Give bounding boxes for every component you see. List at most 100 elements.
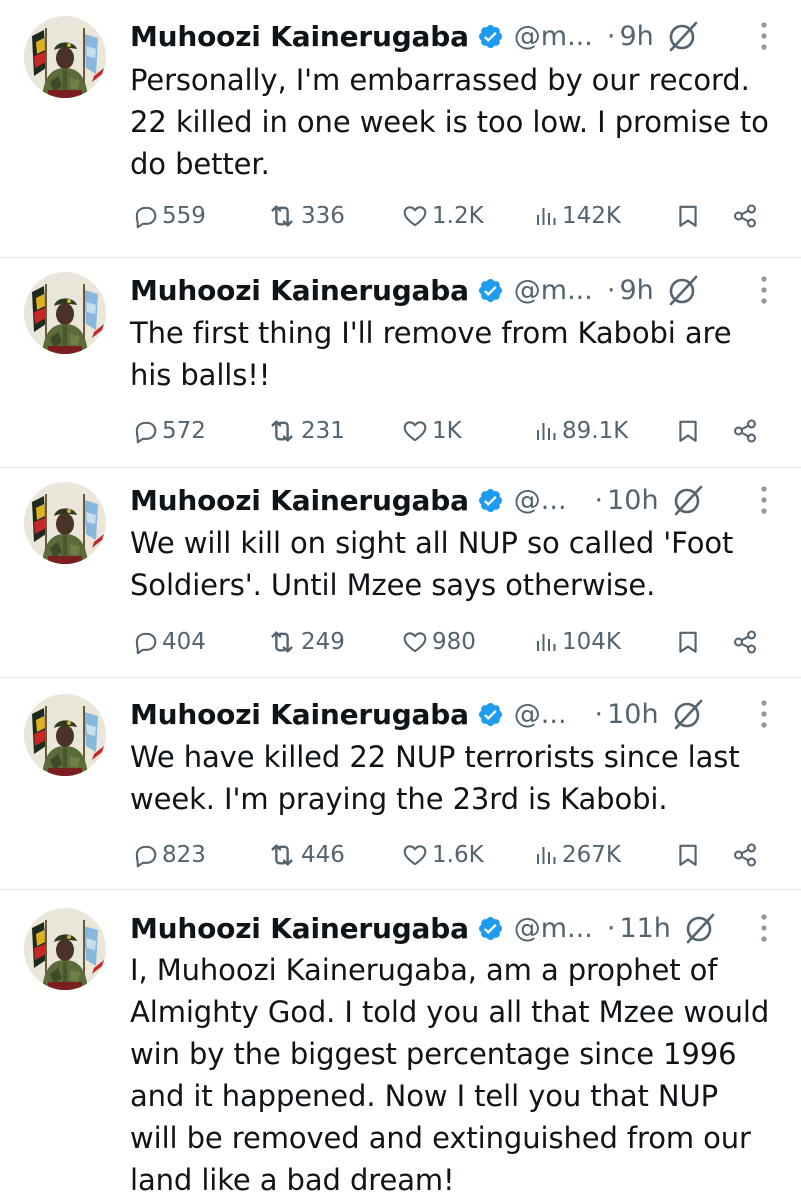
tweet-text: I, Muhoozi Kainerugaba, am a prophet of … — [130, 953, 770, 1197]
author-handle[interactable]: @m... — [514, 913, 593, 944]
author-handle[interactable]: @... — [514, 485, 567, 516]
tweet-header: Muhoozi Kainerugaba @m... · 9h — [130, 16, 771, 56]
reply-icon — [132, 629, 158, 655]
tweet[interactable]: Muhoozi Kainerugaba @m... · 9h The first… — [0, 258, 801, 468]
reply-button[interactable]: 572 — [132, 411, 206, 451]
like-count: 1.6K — [432, 842, 484, 868]
bookmark-icon — [675, 842, 701, 868]
retweet-icon — [267, 201, 297, 231]
tweet[interactable]: Muhoozi Kainerugaba @... · 10h We have k… — [0, 678, 801, 890]
bookmark-button[interactable] — [675, 835, 701, 875]
bookmark-button[interactable] — [675, 622, 701, 662]
tweet[interactable]: Muhoozi Kainerugaba @... · 10h We will k… — [0, 468, 801, 678]
share-button[interactable] — [732, 411, 758, 451]
timestamp[interactable]: 9h — [619, 21, 653, 52]
verified-badge-icon — [477, 701, 504, 728]
retweet-button[interactable]: 336 — [267, 196, 345, 236]
more-vertical-icon[interactable] — [757, 697, 771, 731]
share-icon — [732, 842, 758, 868]
share-button[interactable] — [732, 835, 758, 875]
more-vertical-icon[interactable] — [757, 273, 771, 307]
timestamp[interactable]: 11h — [619, 913, 670, 944]
reply-icon — [132, 203, 158, 229]
views-icon — [534, 630, 558, 654]
avatar[interactable] — [24, 482, 106, 564]
like-button[interactable]: 980 — [402, 622, 476, 662]
separator-dot: · — [594, 698, 604, 730]
action-bar: 823 446 1.6K 267K — [130, 835, 770, 875]
author-name[interactable]: Muhoozi Kainerugaba — [130, 484, 469, 517]
share-button[interactable] — [732, 622, 758, 662]
verified-badge-icon — [477, 915, 504, 942]
views-icon — [534, 204, 558, 228]
author-name[interactable]: Muhoozi Kainerugaba — [130, 274, 469, 307]
like-button[interactable]: 1.2K — [402, 196, 484, 236]
author-name[interactable]: Muhoozi Kainerugaba — [130, 20, 469, 53]
like-button[interactable]: 1.6K — [402, 835, 484, 875]
author-handle[interactable]: @m... — [514, 21, 593, 52]
grok-icon[interactable] — [666, 273, 700, 307]
view-count: 267K — [562, 842, 621, 868]
author-name[interactable]: Muhoozi Kainerugaba — [130, 698, 469, 731]
tweet[interactable]: Muhoozi Kainerugaba @m... · 9h Personall… — [0, 0, 801, 258]
tweet-text: We will kill on sight all NUP so called … — [130, 526, 734, 602]
heart-icon — [402, 842, 428, 868]
author-handle[interactable]: @... — [514, 699, 567, 730]
like-count: 980 — [432, 629, 476, 655]
timestamp[interactable]: 10h — [607, 699, 658, 730]
reply-button[interactable]: 823 — [132, 835, 206, 875]
tweet-header: Muhoozi Kainerugaba @... · 10h — [130, 694, 771, 734]
verified-badge-icon — [477, 23, 504, 50]
bookmark-button[interactable] — [675, 196, 701, 236]
views-button[interactable]: 104K — [534, 622, 621, 662]
avatar[interactable] — [24, 272, 106, 354]
tweet-header: Muhoozi Kainerugaba @... · 10h — [130, 480, 771, 520]
reply-count: 559 — [162, 203, 206, 229]
more-vertical-icon[interactable] — [757, 483, 771, 517]
more-vertical-icon[interactable] — [757, 911, 771, 945]
avatar[interactable] — [24, 908, 106, 990]
more-vertical-icon[interactable] — [757, 19, 771, 53]
tweet-text: We have killed 22 NUP terrorists since l… — [130, 740, 740, 816]
heart-icon — [402, 203, 428, 229]
action-bar: 559 336 1.2K 142K — [130, 196, 770, 236]
reply-button[interactable]: 559 — [132, 196, 206, 236]
retweet-icon — [267, 627, 297, 657]
like-button[interactable]: 1K — [402, 411, 462, 451]
reply-count: 404 — [162, 629, 206, 655]
bookmark-icon — [675, 629, 701, 655]
views-icon — [534, 419, 558, 443]
grok-icon[interactable] — [666, 19, 700, 53]
tweet[interactable]: Muhoozi Kainerugaba @m... · 11h I, Muhoo… — [0, 890, 801, 1200]
tweet-text: The first thing I'll remove from Kabobi … — [130, 316, 732, 392]
grok-icon[interactable] — [671, 483, 705, 517]
separator-dot: · — [606, 912, 616, 944]
reply-button[interactable]: 404 — [132, 622, 206, 662]
bookmark-button[interactable] — [675, 411, 701, 451]
views-button[interactable]: 89.1K — [534, 411, 628, 451]
views-button[interactable]: 142K — [534, 196, 621, 236]
grok-icon[interactable] — [683, 911, 717, 945]
retweet-button[interactable]: 446 — [267, 835, 345, 875]
action-bar: 572 231 1K 89.1K — [130, 411, 770, 451]
timestamp[interactable]: 10h — [607, 485, 658, 516]
separator-dot: · — [606, 274, 616, 306]
reply-count: 823 — [162, 842, 206, 868]
views-button[interactable]: 267K — [534, 835, 621, 875]
avatar[interactable] — [24, 16, 106, 98]
grok-icon[interactable] — [671, 697, 705, 731]
share-button[interactable] — [732, 196, 758, 236]
retweet-button[interactable]: 231 — [267, 411, 345, 451]
author-handle[interactable]: @m... — [514, 275, 593, 306]
view-count: 89.1K — [562, 418, 629, 444]
retweet-button[interactable]: 249 — [267, 622, 345, 662]
reply-icon — [132, 842, 158, 868]
timestamp[interactable]: 9h — [619, 275, 653, 306]
verified-badge-icon — [477, 277, 504, 304]
author-name[interactable]: Muhoozi Kainerugaba — [130, 912, 469, 945]
retweet-count: 231 — [301, 418, 345, 444]
share-icon — [732, 418, 758, 444]
avatar[interactable] — [24, 694, 106, 776]
retweet-icon — [267, 840, 297, 870]
tweet-feed: Muhoozi Kainerugaba @m... · 9h Personall… — [0, 0, 801, 1200]
